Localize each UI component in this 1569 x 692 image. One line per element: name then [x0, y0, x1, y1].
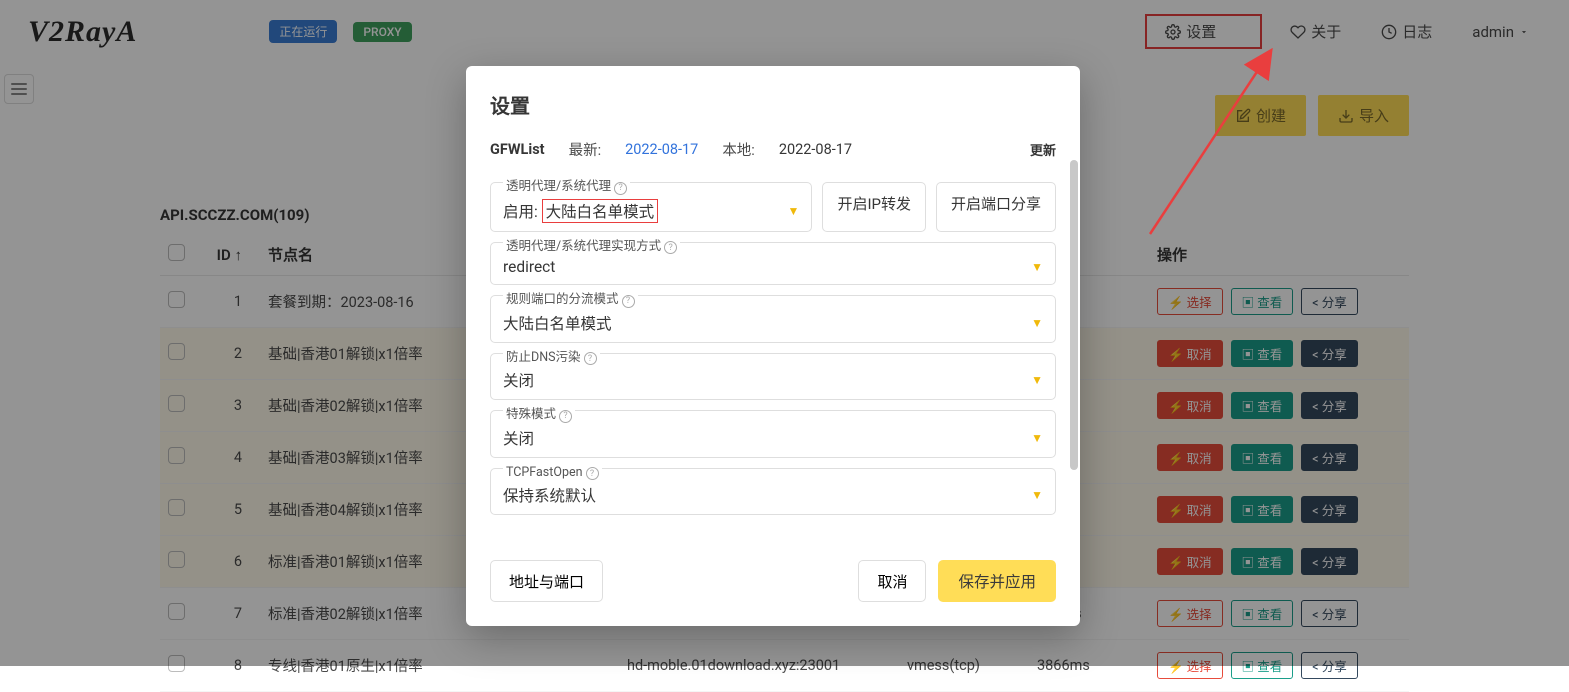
gfw-local-label: 本地:	[722, 139, 755, 160]
help-icon[interactable]: ?	[586, 467, 599, 480]
field-special[interactable]: 特殊模式? 关闭 ▼	[490, 410, 1056, 458]
chevron-down-icon: ▼	[1031, 488, 1043, 502]
field-value-highlight: 大陆白名单模式	[542, 199, 659, 223]
chevron-down-icon: ▼	[1031, 373, 1043, 387]
field-proxy-impl[interactable]: 透明代理/系统代理实现方式? redirect ▼	[490, 242, 1056, 286]
field-dns[interactable]: 防止DNS污染? 关闭 ▼	[490, 353, 1056, 401]
port-share-button[interactable]: 开启端口分享	[936, 182, 1056, 232]
field-prefix: 启用:	[503, 200, 538, 222]
save-apply-button[interactable]: 保存并应用	[938, 560, 1056, 602]
ip-forward-button[interactable]: 开启IP转发	[822, 182, 926, 232]
modal-title: 设置	[490, 90, 1056, 119]
gfw-latest-value[interactable]: 2022-08-17	[625, 141, 698, 158]
field-value: 保持系统默认	[503, 484, 596, 506]
field-legend: 透明代理/系统代理?	[503, 179, 630, 194]
field-legend: 透明代理/系统代理实现方式?	[503, 239, 680, 254]
field-legend: TCPFastOpen?	[503, 465, 602, 480]
chevron-down-icon: ▼	[1031, 316, 1043, 330]
gfw-latest-label: 最新:	[569, 139, 602, 160]
help-icon[interactable]: ?	[622, 295, 635, 308]
field-value: 大陆白名单模式	[503, 312, 612, 334]
chevron-down-icon: ▼	[1031, 431, 1043, 445]
field-legend: 特殊模式?	[503, 407, 575, 422]
field-legend: 防止DNS污染?	[503, 350, 600, 365]
help-icon[interactable]: ?	[559, 410, 572, 423]
field-value: redirect	[503, 258, 555, 276]
gfwlist-row: GFWList 最新: 2022-08-17 本地: 2022-08-17 更新	[490, 139, 1056, 160]
field-legend: 规则端口的分流模式?	[503, 292, 638, 307]
field-value: 关闭	[503, 427, 534, 449]
field-rule-port[interactable]: 规则端口的分流模式? 大陆白名单模式 ▼	[490, 295, 1056, 343]
scrollbar-thumb[interactable]	[1070, 160, 1078, 470]
help-icon[interactable]: ?	[614, 182, 627, 195]
gfw-update-button[interactable]: 更新	[1030, 140, 1056, 159]
chevron-down-icon: ▼	[1031, 260, 1043, 274]
chevron-down-icon: ▼	[788, 204, 800, 218]
help-icon[interactable]: ?	[664, 241, 677, 254]
help-icon[interactable]: ?	[584, 352, 597, 365]
gfw-local-value: 2022-08-17	[779, 141, 852, 158]
field-value: 关闭	[503, 369, 534, 391]
field-transparent-proxy[interactable]: 透明代理/系统代理? 启用: 大陆白名单模式 ▼	[490, 182, 812, 232]
settings-modal: 设置 GFWList 最新: 2022-08-17 本地: 2022-08-17…	[466, 66, 1080, 626]
field-tcpfastopen[interactable]: TCPFastOpen? 保持系统默认 ▼	[490, 468, 1056, 516]
address-port-button[interactable]: 地址与端口	[490, 560, 603, 602]
gfwlist-name: GFWList	[490, 141, 545, 158]
cancel-button[interactable]: 取消	[858, 560, 926, 602]
